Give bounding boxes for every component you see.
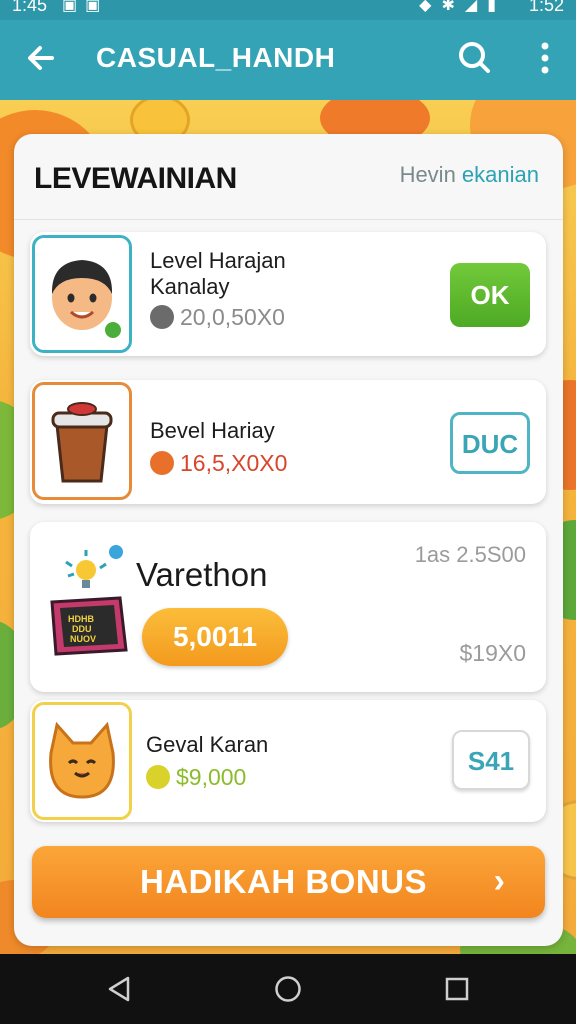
featured-top-right-value: 1as 2.5S00 — [414, 542, 526, 567]
level-list-card: LEVEWAINIAN Hevin ekanian Level Harajan … — [14, 134, 563, 946]
notification-icons: ▣▣ — [62, 0, 109, 14]
coin-icon — [150, 451, 174, 475]
bonus-label: HADIKAH BONUS — [140, 863, 427, 900]
card-header: LEVEWAINIAN Hevin ekanian — [14, 134, 563, 220]
lightbulb-sparkle-icon — [65, 545, 123, 588]
avatar-thumbnail — [32, 235, 132, 353]
nav-home-icon[interactable] — [273, 974, 303, 1004]
item-name-line1: Level Harajan — [150, 248, 286, 273]
s41-button[interactable]: S41 — [452, 730, 530, 790]
nav-back-icon[interactable] — [104, 974, 134, 1004]
item-name: Bevel Hariay — [150, 418, 275, 443]
item-thumbnail — [32, 702, 132, 820]
search-icon[interactable] — [455, 38, 495, 78]
card-link-accent: ekanian — [461, 162, 539, 187]
item-thumbnail — [32, 382, 132, 500]
list-item[interactable]: Geval Karan $9,000 S41 — [30, 700, 546, 822]
featured-price-badge[interactable]: 5,0011 — [142, 608, 288, 666]
card-link-prefix: Hevin — [399, 162, 462, 187]
chevron-right-icon: › — [493, 862, 505, 900]
item-price: 16,5,X0X0 — [150, 450, 287, 477]
item-name: Geval Karan — [146, 732, 269, 757]
app-bar: CASUAL_HANDH — [0, 20, 576, 100]
svg-text:HDHB: HDHB — [68, 614, 94, 624]
back-arrow-icon[interactable] — [22, 38, 62, 78]
card-title: LEVEWAINIAN — [34, 162, 237, 195]
ok-button[interactable]: OK — [450, 263, 530, 327]
list-item[interactable]: Level Harajan Kanalay 20,0,50X0 OK — [30, 232, 546, 356]
item-name-line2: Kanalay — [150, 274, 230, 299]
cat-icon — [49, 721, 115, 799]
app-title: CASUAL_HANDH — [96, 42, 336, 73]
list-item[interactable]: Bevel Hariay 16,5,X0X0 DUC — [30, 380, 546, 504]
item-price: $9,000 — [146, 764, 246, 791]
more-vert-icon[interactable] — [530, 38, 560, 78]
status-time-right: 1:52 — [528, 0, 564, 15]
featured-bottom-right-value: $19X0 — [459, 640, 526, 666]
status-bar: 1:45 ▣▣ ◆✱◢▮ 1:52 — [0, 0, 576, 20]
featured-item-name: Varethon — [136, 556, 268, 593]
item-price-value: $9,000 — [176, 764, 247, 790]
sign-board-icon: HDHB DDU NUOV — [50, 596, 128, 656]
boy-face-icon — [51, 260, 123, 340]
svg-text:NUOV: NUOV — [70, 634, 96, 644]
duc-button[interactable]: DUC — [450, 412, 530, 474]
item-price: 20,0,50X0 — [150, 304, 285, 331]
coin-icon — [150, 305, 174, 329]
featured-list-item[interactable]: HDHB DDU NUOV Varethon 1as 2.5S00 5,0011… — [30, 522, 546, 692]
nav-recents-icon[interactable] — [442, 974, 472, 1004]
cup-icon — [51, 402, 113, 483]
item-price-value: 20,0,50X0 — [180, 304, 285, 330]
system-navigation-bar — [0, 954, 576, 1024]
item-price-value: 16,5,X0X0 — [180, 450, 288, 476]
coin-icon — [146, 765, 170, 789]
system-status-icons: ◆✱◢▮ — [419, 0, 506, 14]
bonus-button[interactable]: HADIKAH BONUS › — [32, 846, 545, 918]
card-header-link[interactable]: Hevin ekanian — [400, 162, 539, 188]
status-time-left: 1:45 — [12, 0, 48, 15]
item-name: Level Harajan Kanalay — [150, 248, 286, 300]
svg-text:DDU: DDU — [72, 624, 92, 634]
